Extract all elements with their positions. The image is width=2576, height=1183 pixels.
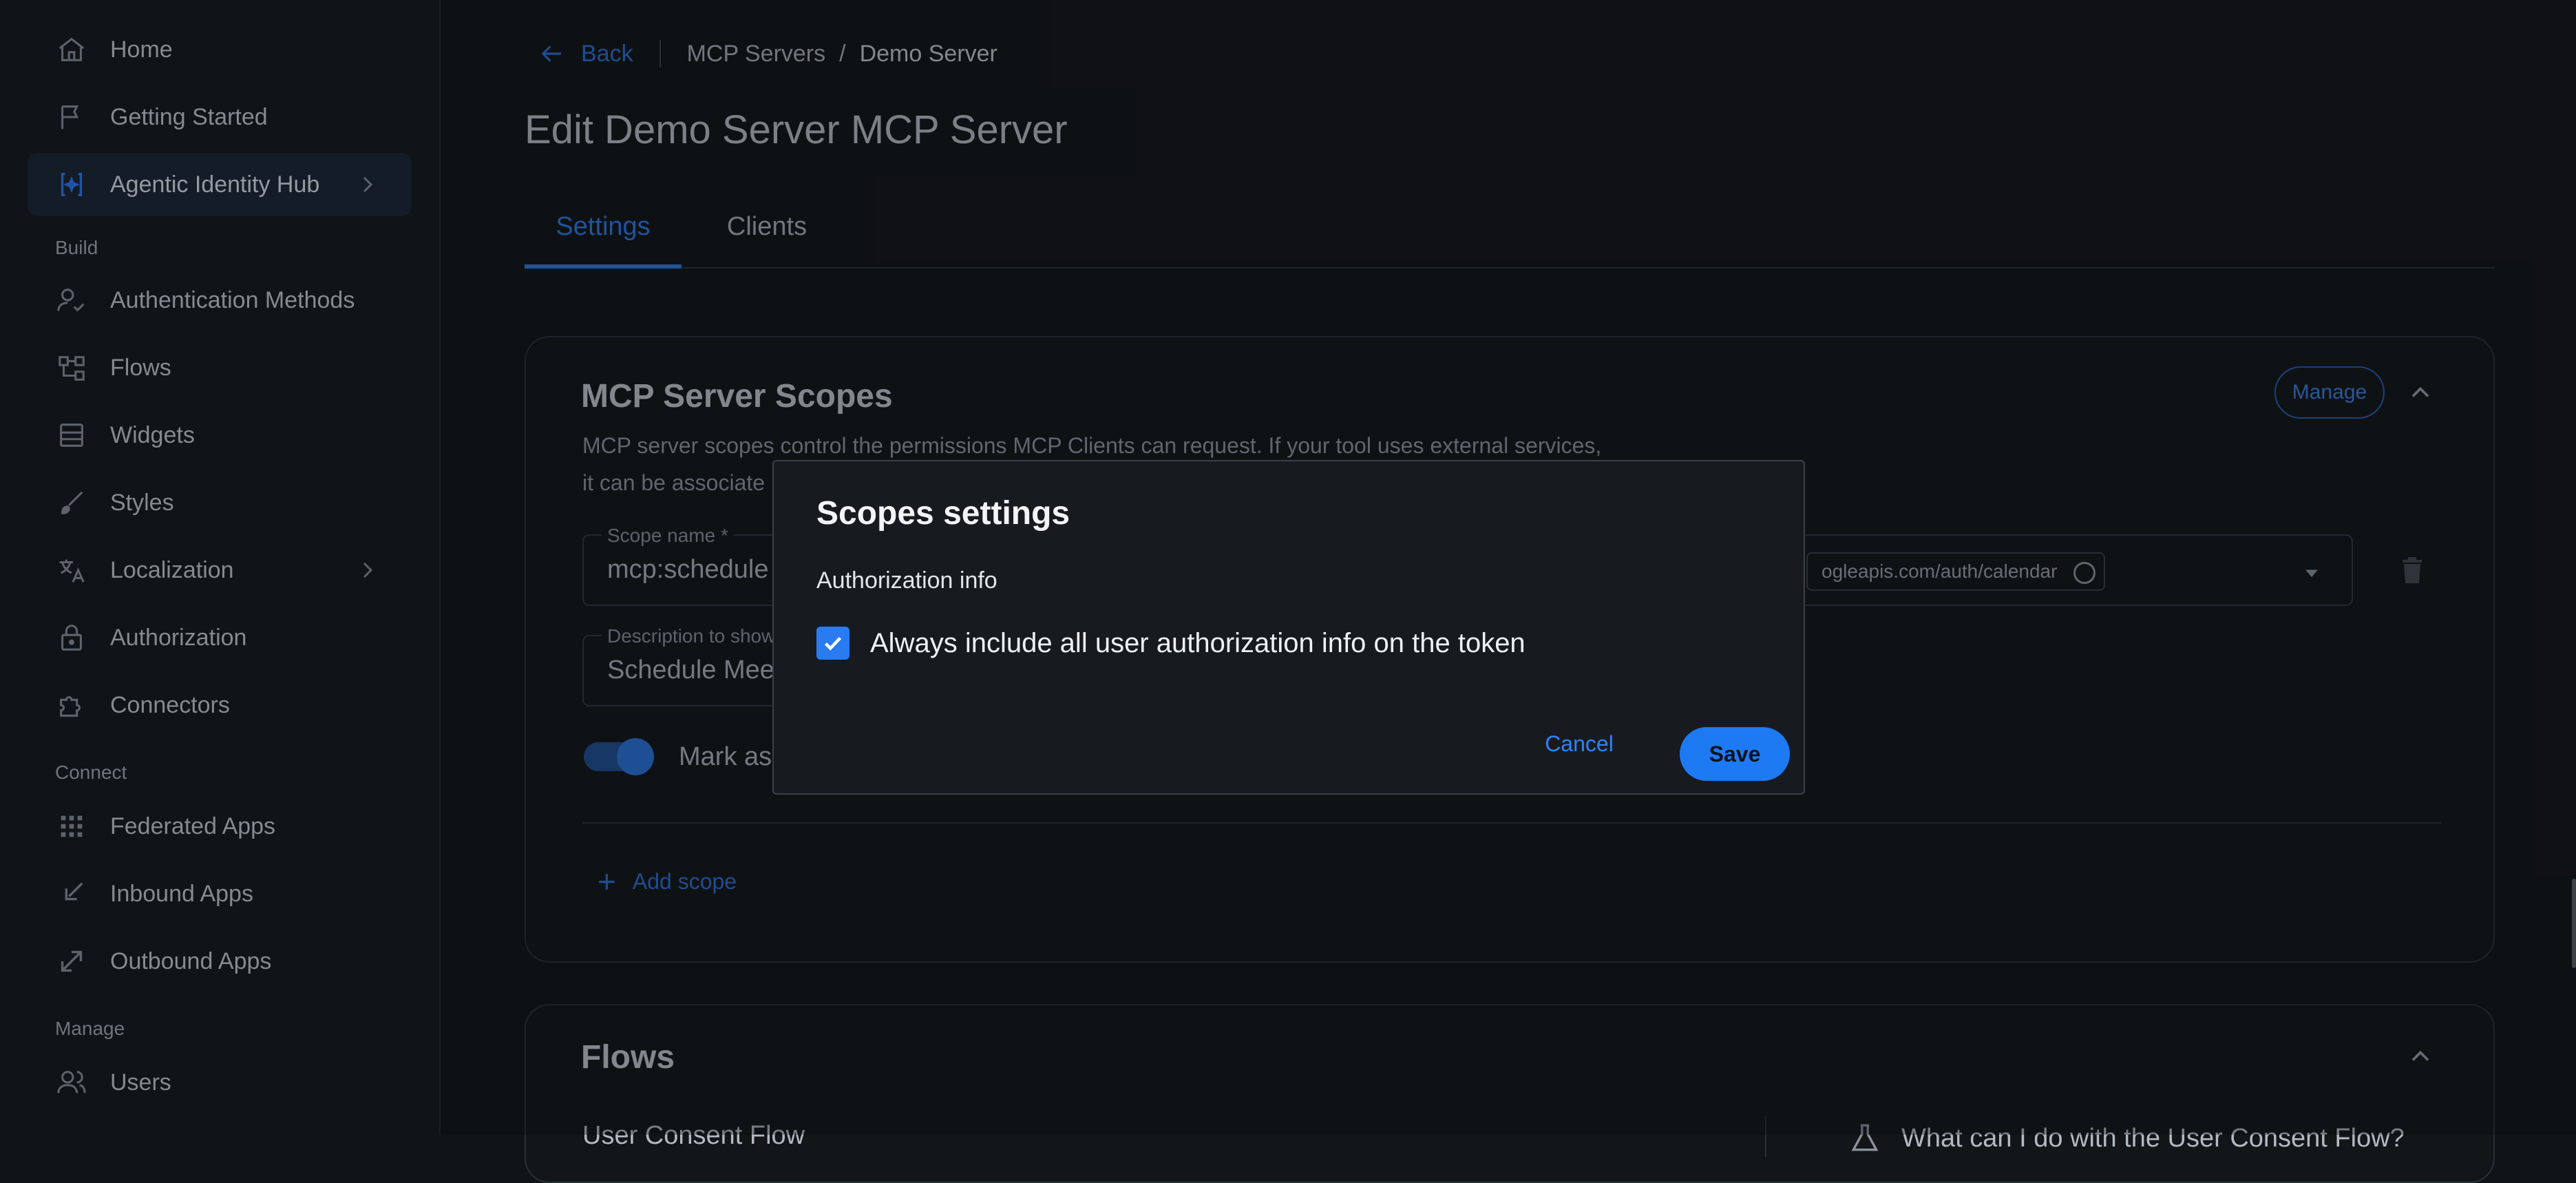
app-root: Home Getting Started Agentic Identity Hu… <box>0 0 2576 1183</box>
dialog-title: Scopes settings <box>816 495 1070 532</box>
authorization-info-heading: Authorization info <box>816 567 997 594</box>
include-auth-info-label[interactable]: Always include all user authorization in… <box>870 627 1525 660</box>
cancel-button[interactable]: Cancel <box>1538 723 1620 764</box>
save-button[interactable]: Save <box>1680 727 1790 781</box>
checkmark-icon <box>824 636 842 651</box>
include-auth-info-checkbox[interactable] <box>816 627 849 660</box>
scopes-settings-dialog: Scopes settings Authorization info Alway… <box>772 460 1805 795</box>
